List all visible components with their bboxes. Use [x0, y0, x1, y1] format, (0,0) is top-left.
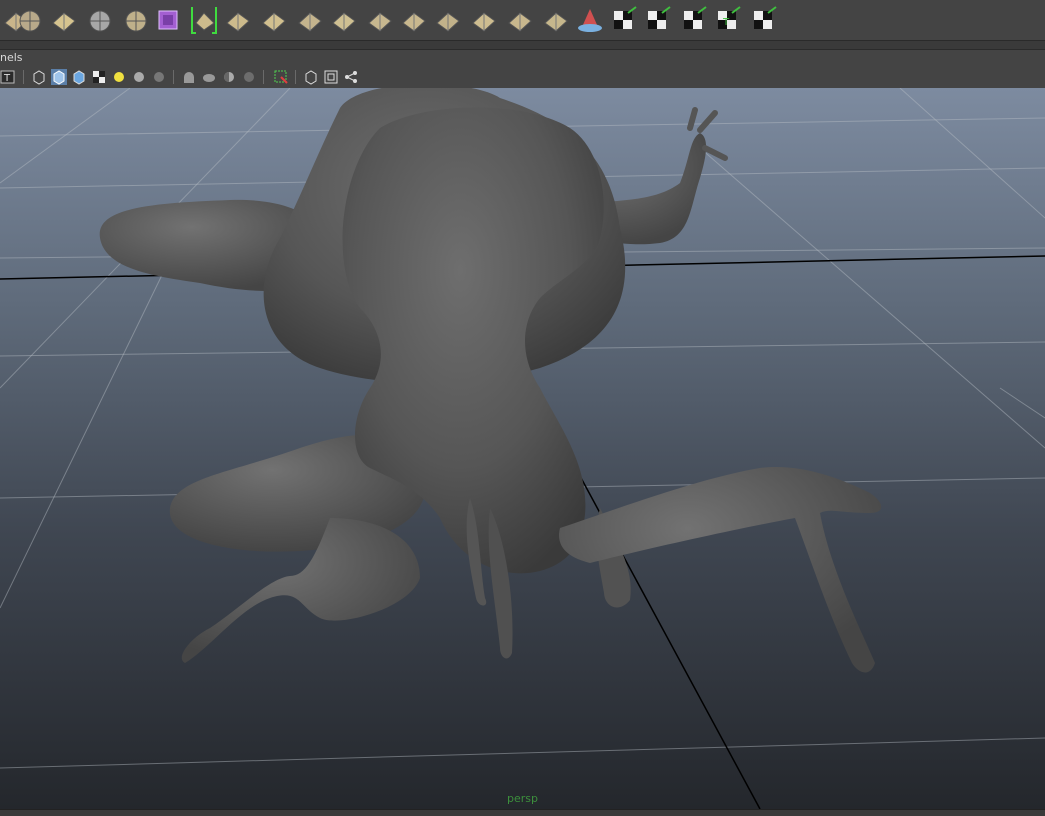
- checker-arrow-3-icon[interactable]: [678, 3, 710, 37]
- selected-plane-icon[interactable]: [188, 3, 220, 37]
- select-uv-icon[interactable]: [222, 3, 254, 37]
- shelf-toolbar: T: [0, 0, 1045, 41]
- sphere-gray-icon[interactable]: [131, 69, 147, 85]
- checker-icon[interactable]: [91, 69, 107, 85]
- relax-cone-icon[interactable]: [574, 3, 606, 37]
- panels-menu-label[interactable]: nels: [0, 51, 23, 64]
- checker-text-icon[interactable]: T: [712, 3, 744, 37]
- stack-uv-icon[interactable]: [504, 3, 536, 37]
- svg-text:T: T: [3, 73, 11, 84]
- text-toggle-icon[interactable]: T: [0, 69, 16, 85]
- cube-uv-icon[interactable]: [328, 3, 360, 37]
- split-uv-icon[interactable]: [294, 3, 326, 37]
- toolbar-separator: [23, 70, 24, 84]
- uv-sphere-icon[interactable]: [14, 3, 46, 37]
- toolbar-separator: [295, 70, 296, 84]
- sculpt-mesh[interactable]: [99, 88, 882, 673]
- shaded-cube-icon[interactable]: [51, 69, 67, 85]
- globe-split-icon[interactable]: [120, 3, 152, 37]
- box-map-icon[interactable]: [258, 3, 290, 37]
- grid-uv-icon[interactable]: [398, 3, 430, 37]
- smooth-icon[interactable]: [201, 69, 217, 85]
- shelf-separator[interactable]: [0, 41, 1045, 50]
- sphere-dark-icon[interactable]: [151, 69, 167, 85]
- viewport-scene: [0, 88, 1045, 809]
- purple-cube-icon[interactable]: [152, 3, 184, 37]
- flat-uv-icon[interactable]: [540, 3, 572, 37]
- panel-toolbar: T: [0, 66, 1045, 89]
- isolate-select-icon[interactable]: [273, 69, 289, 85]
- camera-label: persp: [507, 792, 538, 805]
- grid-icon[interactable]: [303, 69, 319, 85]
- svg-text:T: T: [722, 17, 730, 28]
- checker-arrow-2-icon[interactable]: [642, 3, 674, 37]
- fold-uv-icon[interactable]: [364, 3, 396, 37]
- panel-menu-bar: nels: [0, 50, 1045, 66]
- share-icon[interactable]: [343, 69, 359, 85]
- half-sphere-icon[interactable]: [221, 69, 237, 85]
- perspective-viewport[interactable]: persp: [0, 88, 1045, 809]
- xray-icon[interactable]: [241, 69, 257, 85]
- cut-uv-icon[interactable]: [432, 3, 464, 37]
- toolbar-separator: [263, 70, 264, 84]
- toolbar-separator: [173, 70, 174, 84]
- textured-cube-icon[interactable]: [71, 69, 87, 85]
- layout-uv-icon[interactable]: [468, 3, 500, 37]
- checker-grid-icon[interactable]: [748, 3, 780, 37]
- checker-arrow-icon[interactable]: [608, 3, 640, 37]
- globe-wire-icon[interactable]: [84, 3, 116, 37]
- frame-icon[interactable]: [323, 69, 339, 85]
- shadow-icon[interactable]: [181, 69, 197, 85]
- uv-move-icon[interactable]: [48, 3, 80, 37]
- wireframe-cube-icon[interactable]: [31, 69, 47, 85]
- light-icon[interactable]: [111, 69, 127, 85]
